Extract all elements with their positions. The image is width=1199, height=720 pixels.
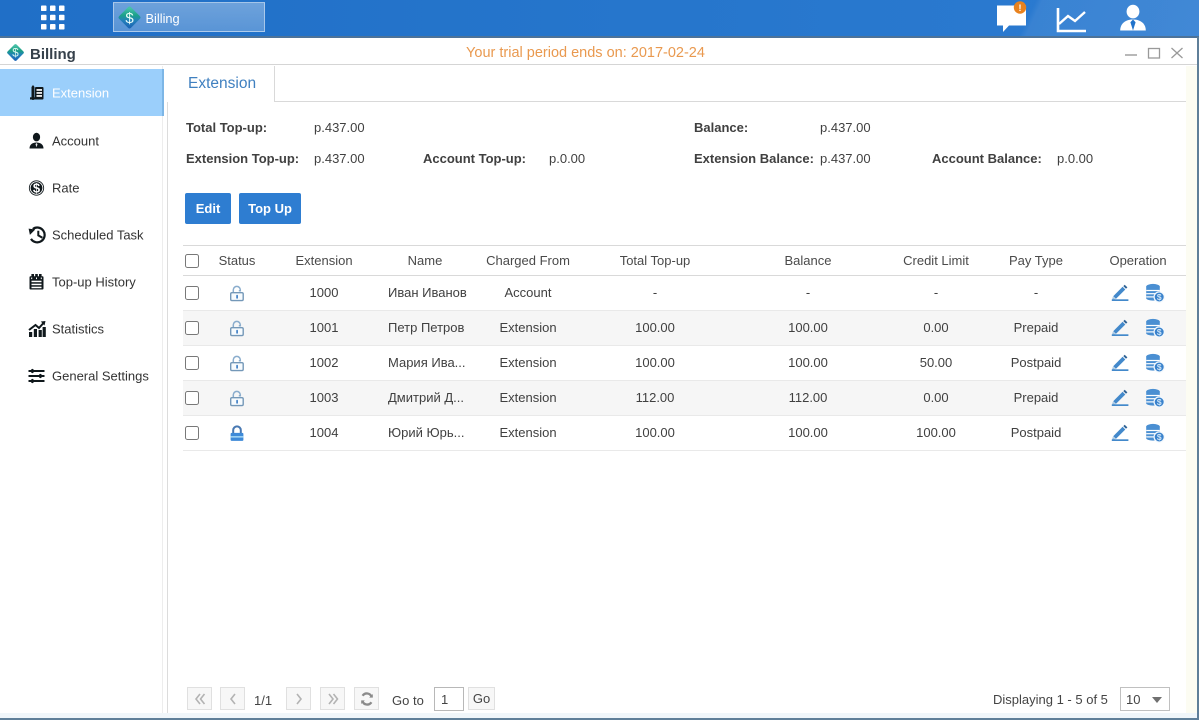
svg-text:$: $ xyxy=(1156,292,1161,302)
svg-text:$: $ xyxy=(125,10,134,27)
svg-text:$: $ xyxy=(1156,432,1161,442)
svg-text:$: $ xyxy=(1156,327,1161,337)
svg-text:$: $ xyxy=(1156,397,1161,407)
svg-text:$: $ xyxy=(33,180,41,195)
svg-text:!: ! xyxy=(1019,3,1022,13)
svg-text:$: $ xyxy=(1156,362,1161,372)
